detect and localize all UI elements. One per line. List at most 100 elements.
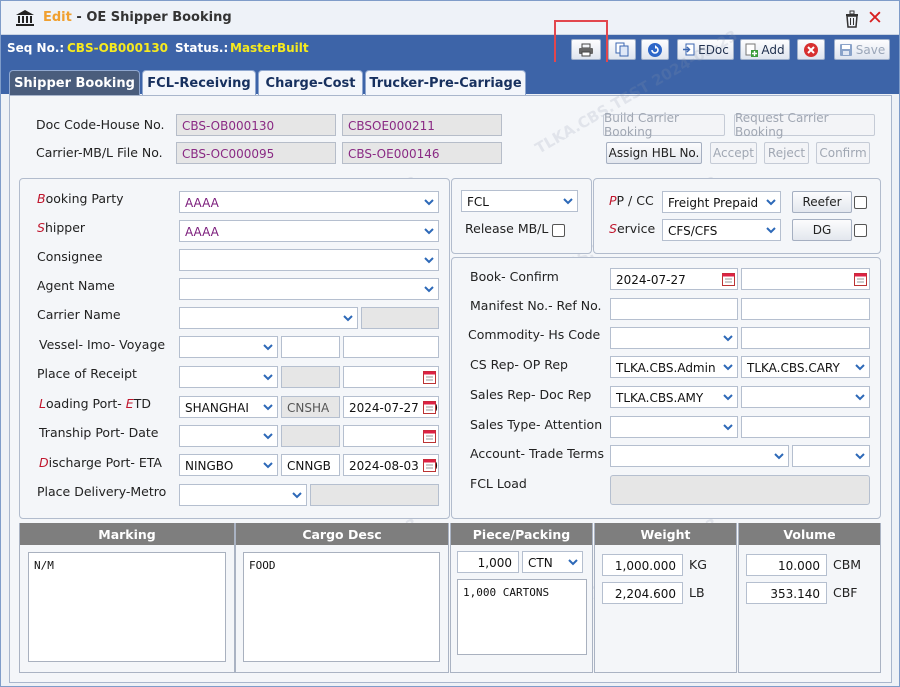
close-icon[interactable]: ✕ [867, 8, 883, 28]
chevron-down-icon [723, 394, 733, 401]
chevron-down-icon [424, 286, 434, 293]
etd-field[interactable]: 2024-07-27 00:0 [343, 396, 439, 418]
save-icon [839, 43, 852, 56]
packing-textarea[interactable]: 1,000 CARTONS [457, 579, 587, 655]
agent-name-select[interactable] [179, 278, 439, 300]
save-button[interactable]: Save [834, 39, 890, 60]
place-of-receipt-select[interactable] [179, 366, 278, 388]
edoc-button[interactable]: EDoc [677, 39, 734, 60]
load-type-select[interactable]: FCL [461, 190, 578, 212]
sales-rep-select[interactable]: TLKA.CBS.AMY [610, 386, 738, 408]
voyage-field[interactable] [343, 336, 439, 358]
calendar-icon[interactable] [423, 370, 436, 384]
print-button[interactable] [571, 39, 601, 60]
discharge-port-select[interactable]: NINGBO [179, 454, 278, 476]
dg-button[interactable]: DG [792, 219, 852, 241]
cancel-button[interactable] [797, 39, 825, 60]
attention-field[interactable] [741, 416, 870, 438]
build-carrier-booking-button[interactable]: Build Carrier Booking [603, 111, 725, 139]
chevron-down-icon [292, 492, 302, 499]
pieces-field[interactable]: 1,000 [457, 551, 519, 573]
confirm-date-field[interactable] [741, 268, 870, 290]
mode-label: Edit [43, 10, 72, 25]
doc-rep-select[interactable] [741, 386, 870, 408]
service-select[interactable]: CFS/CFS [662, 219, 781, 241]
tab-trucker-pre-carriage[interactable]: Trucker-Pre-Carriage [365, 70, 526, 95]
trade-terms-select[interactable] [792, 445, 870, 467]
account-select[interactable] [610, 445, 789, 467]
chevron-down-icon [263, 404, 273, 411]
receipt-date-field[interactable] [343, 366, 439, 388]
add-doc-icon [745, 43, 759, 57]
dg-checkbox[interactable] [854, 224, 867, 237]
reject-button[interactable]: Reject [764, 142, 809, 164]
title-bar: Edit - OE Shipper Booking ✕ [1, 1, 899, 35]
doc-code-field: CBS-OB000130 [176, 114, 336, 136]
ref-no-field[interactable] [741, 298, 870, 320]
chevron-down-icon [774, 453, 784, 460]
weight-kg-field[interactable]: 1,000.000 [602, 554, 683, 576]
place-delivery-select[interactable] [179, 484, 307, 506]
chevron-down-icon [563, 198, 573, 205]
reefer-button[interactable]: Reefer [792, 191, 852, 213]
marking-textarea[interactable]: N/M [28, 552, 226, 662]
volume-cbm-field[interactable]: 10.000 [746, 554, 827, 576]
calendar-icon[interactable] [423, 400, 436, 414]
ppcc-select[interactable]: Freight Prepaid [662, 191, 781, 213]
chevron-down-icon [263, 462, 273, 469]
chevron-down-icon [568, 559, 578, 566]
booking-party-select[interactable]: AAAA [179, 191, 439, 213]
chevron-down-icon [766, 199, 776, 206]
chevron-down-icon [263, 344, 273, 351]
carrier-name-select[interactable] [179, 307, 358, 329]
tranship-date-field[interactable] [343, 425, 439, 447]
loading-port-select[interactable]: SHANGHAI [179, 396, 278, 418]
window-title: Edit - OE Shipper Booking [43, 10, 232, 25]
book-date-field[interactable]: 2024-07-27 [610, 268, 738, 290]
tab-charge-cost[interactable]: Charge-Cost [258, 70, 363, 95]
bank-icon [16, 10, 34, 26]
shipper-select[interactable]: AAAA [179, 220, 439, 242]
commodity-select[interactable] [610, 327, 738, 349]
metro-field [310, 484, 439, 506]
discharge-port-code[interactable]: CNNGB [281, 454, 340, 476]
confirm-button[interactable]: Confirm [816, 142, 870, 164]
eta-field[interactable]: 2024-08-03 00:0 [343, 454, 439, 476]
trash-icon[interactable] [844, 10, 860, 28]
tranship-port-select[interactable] [179, 425, 278, 447]
printer-icon [579, 43, 593, 56]
loading-port-code: CNSHA [281, 396, 340, 418]
accept-button[interactable]: Accept [710, 142, 757, 164]
edoc-icon [683, 43, 695, 56]
chevron-down-icon [263, 433, 273, 440]
assign-hbl-button[interactable]: Assign HBL No. [606, 142, 702, 164]
request-carrier-booking-button[interactable]: Request Carrier Booking [734, 111, 875, 139]
manifest-no-field[interactable] [610, 298, 738, 320]
vessel-select[interactable] [179, 336, 278, 358]
reefer-checkbox[interactable] [854, 196, 867, 209]
volume-cbf-field[interactable]: 353.140 [746, 582, 827, 604]
op-rep-select[interactable]: TLKA.CBS.CARY [741, 356, 870, 378]
chevron-down-icon [855, 453, 865, 460]
chevron-down-icon [343, 315, 353, 322]
tab-shipper-booking[interactable]: Shipper Booking [9, 70, 140, 95]
calendar-icon[interactable] [423, 429, 436, 443]
cs-rep-select[interactable]: TLKA.CBS.Admin [610, 356, 738, 378]
calendar-icon[interactable] [854, 272, 867, 286]
cargo-desc-textarea[interactable]: FOOD [243, 552, 440, 662]
hs-code-field[interactable] [741, 327, 870, 349]
sales-type-select[interactable] [610, 416, 738, 438]
calendar-icon[interactable] [722, 272, 735, 286]
calendar-icon[interactable] [423, 458, 436, 472]
copy-button[interactable] [608, 39, 636, 60]
weight-lb-field[interactable]: 2,204.600 [602, 582, 683, 604]
package-unit-select[interactable]: CTN [522, 551, 583, 573]
add-button[interactable]: Add [740, 39, 790, 60]
consignee-select[interactable] [179, 249, 439, 271]
release-mbl-checkbox[interactable] [552, 224, 565, 237]
chevron-down-icon [424, 199, 434, 206]
imo-field[interactable] [281, 336, 340, 358]
tab-fcl-receiving[interactable]: FCL-Receiving [142, 70, 256, 95]
chevron-down-icon [855, 394, 865, 401]
refresh-button[interactable] [641, 39, 669, 60]
